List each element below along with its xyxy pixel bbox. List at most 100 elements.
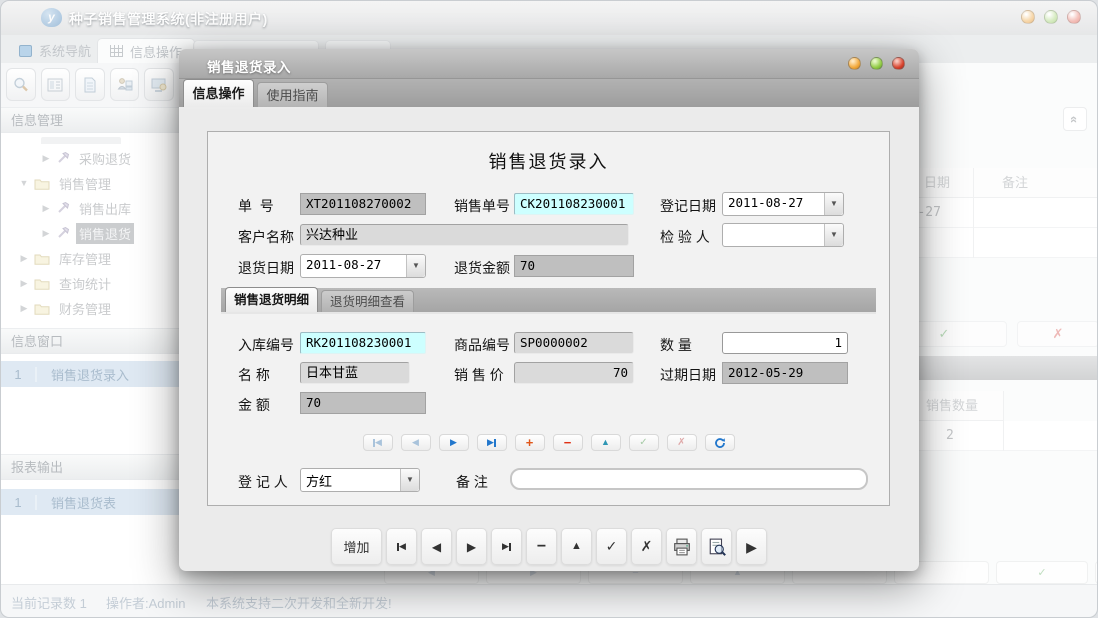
detail-tab-return-view[interactable]: 退货明细查看 — [321, 290, 414, 312]
nav-next-button[interactable]: ▶ — [439, 434, 469, 451]
combo-registrar[interactable]: 方红 ▼ — [300, 468, 420, 492]
cancel-record-button[interactable]: ✗ — [667, 434, 697, 451]
nav-prev-button[interactable]: ◀ — [401, 434, 431, 451]
combo-value: 方红 — [306, 471, 332, 490]
delete-record-button[interactable]: − — [553, 434, 583, 451]
toolbar-delete-button[interactable]: − — [526, 528, 557, 565]
expander-icon[interactable]: ▶ — [19, 253, 29, 264]
dialog-body: 销售退货录入 单 号 XT201108270002 销售单号 CK2011082… — [179, 109, 919, 571]
expander-icon[interactable]: ▶ — [41, 153, 51, 164]
item-number: 1 — [1, 495, 37, 510]
nav-first-button[interactable]: ◀ — [363, 434, 393, 451]
field-name: 日本甘蓝 — [300, 362, 410, 384]
detail-tab-return-detail[interactable]: 销售退货明细 — [225, 287, 318, 312]
toolbar-prev-button[interactable]: ◀ — [421, 528, 452, 565]
expander-icon[interactable]: ▶ — [19, 278, 29, 289]
expander-icon[interactable]: ▼ — [19, 178, 29, 188]
first-icon: ◀ — [399, 542, 406, 551]
main-titlebar: y 种子销售管理系统(非注册用户) — [1, 1, 1097, 35]
close-button[interactable] — [1067, 10, 1081, 24]
chevron-down-icon[interactable]: ▼ — [824, 193, 843, 215]
label-customer: 客户名称 — [238, 227, 294, 247]
tree-item-label: 销售出库 — [76, 198, 134, 219]
insert-record-button[interactable]: + — [515, 434, 545, 451]
toolbar-cancel-button[interactable]: ✗ — [631, 528, 662, 565]
toolbar-last-button[interactable]: ▶ — [491, 528, 522, 565]
report-output-item[interactable]: 1 销售退货表 — [1, 489, 179, 515]
print-preview-button[interactable] — [701, 528, 732, 565]
label-sales-no: 销售单号 — [454, 196, 510, 216]
tree-item-purchase-return[interactable]: ▶ 采购退货 — [1, 146, 179, 170]
chevron-down-icon[interactable]: ▼ — [406, 255, 425, 277]
dialog-tab-user-guide[interactable]: 使用指南 — [257, 82, 328, 107]
label-inspector: 检 验 人 — [660, 227, 710, 247]
minus-icon: − — [537, 538, 546, 556]
monitor-icon — [150, 76, 168, 94]
list-tool-button[interactable] — [41, 68, 71, 101]
add-button[interactable]: 增加 — [331, 528, 382, 565]
next-icon: ▶ — [450, 438, 457, 447]
combo-inspector[interactable]: ▼ — [722, 223, 844, 247]
field-product-no: SP0000002 — [514, 332, 634, 354]
tree-item-label: 销售管理 — [56, 173, 114, 194]
chevron-down-icon[interactable]: ▼ — [824, 224, 843, 246]
dialog-tab-info-operation[interactable]: 信息操作 — [183, 79, 254, 107]
print-button[interactable] — [666, 528, 697, 565]
first-icon: ◀ — [375, 438, 382, 447]
tree-item-sales-return[interactable]: ▶ 销售退货 — [1, 221, 179, 245]
dialog-close-button[interactable] — [892, 57, 905, 70]
collapse-panel-button[interactable]: « — [1063, 107, 1087, 131]
expander-icon[interactable]: ▶ — [41, 228, 51, 239]
background-cancel-button[interactable]: ✗ — [1017, 321, 1098, 347]
field-stock-no[interactable]: RK201108230001 — [300, 332, 426, 354]
document-tool-button[interactable] — [75, 68, 105, 101]
tree-item-sales-out[interactable]: ▶ 销售出库 — [1, 196, 179, 220]
prev-icon: ◀ — [412, 438, 419, 447]
combo-return-date[interactable]: 2011-08-27 ▼ — [300, 254, 426, 278]
field-sales-no[interactable]: CK201108230001 — [514, 193, 634, 215]
tool-leaf-icon — [56, 201, 70, 215]
remark-input[interactable] — [510, 468, 868, 490]
folder-open-icon — [34, 177, 50, 190]
post-record-button[interactable]: ✓ — [629, 434, 659, 451]
sales-return-dialog: 销售退货录入 信息操作 使用指南 销售退货录入 单 号 XT2011082700… — [179, 49, 919, 571]
expander-icon[interactable]: ▶ — [19, 303, 29, 314]
maximize-button[interactable] — [1044, 10, 1058, 24]
tab-system-nav[interactable]: 系统导航 — [7, 38, 103, 63]
grid2-empty-cell — [1004, 421, 1098, 451]
background-post-button-2: ✓ — [996, 561, 1088, 584]
toolbar-next-button[interactable]: ▶ — [456, 528, 487, 565]
expander-icon[interactable]: ▶ — [41, 203, 51, 214]
label-registrar: 登 记 人 — [238, 472, 288, 492]
tree-item-sales-mgmt[interactable]: ▼ 销售管理 — [1, 171, 179, 195]
grid1-cell-remark[interactable] — [974, 198, 1098, 228]
dialog-toolbar: 增加 ◀ ◀ ▶ ▶ − ▲ ✓ ✗ ▶ — [179, 528, 919, 565]
dialog-titlebar[interactable]: 销售退货录入 — [179, 49, 919, 79]
toolbar-post-button[interactable]: ✓ — [596, 528, 627, 565]
refresh-button[interactable] — [705, 434, 735, 451]
info-window-item[interactable]: 1 销售退货录入 — [1, 361, 179, 387]
tree-item-inventory-mgmt[interactable]: ▶ 库存管理 — [1, 246, 179, 270]
edit-icon: ▲ — [601, 438, 610, 447]
nav-last-button[interactable]: ▶ — [477, 434, 507, 451]
dialog-minimize-button[interactable] — [848, 57, 861, 70]
tree-item-query-stats[interactable]: ▶ 查询统计 — [1, 271, 179, 295]
folder-icon — [34, 252, 50, 265]
toolbar-first-button[interactable]: ◀ — [386, 528, 417, 565]
tree-item-label: 库存管理 — [56, 248, 114, 269]
toolbar-edit-button[interactable]: ▲ — [561, 528, 592, 565]
run-button[interactable]: ▶ — [736, 528, 767, 565]
dialog-maximize-button[interactable] — [870, 57, 883, 70]
label-expire-date: 过期日期 — [660, 365, 716, 385]
tree-item-finance-mgmt[interactable]: ▶ 财务管理 — [1, 296, 179, 320]
field-quantity[interactable]: 1 — [722, 332, 848, 354]
user-report-tool-button[interactable] — [110, 68, 140, 101]
chevron-down-icon[interactable]: ▼ — [400, 469, 419, 491]
main-window-controls — [1021, 10, 1081, 24]
monitor-tool-button[interactable] — [144, 68, 174, 101]
grid1-divider — [973, 168, 974, 258]
minimize-button[interactable] — [1021, 10, 1035, 24]
combo-reg-date[interactable]: 2011-08-27 ▼ — [722, 192, 844, 216]
search-tool-button[interactable] — [6, 68, 36, 101]
edit-record-button[interactable]: ▲ — [591, 434, 621, 451]
